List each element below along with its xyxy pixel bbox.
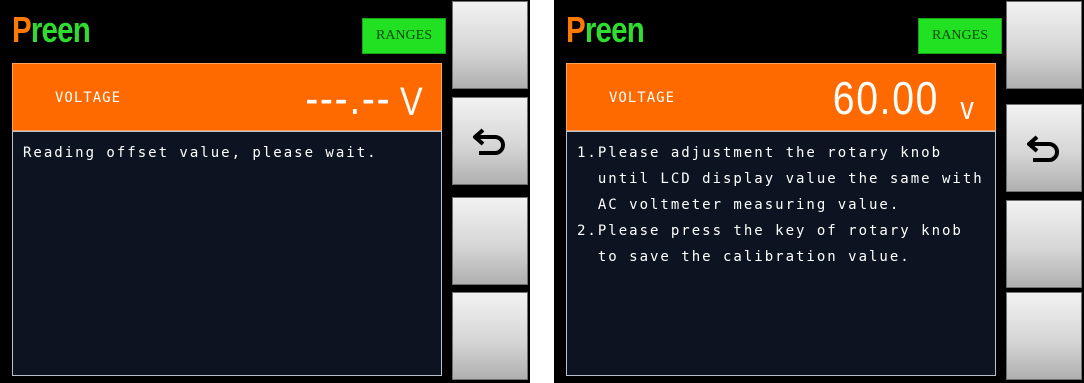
side-button-3[interactable] [1006, 200, 1082, 288]
step-number: 2. [577, 223, 598, 239]
back-icon [1027, 135, 1059, 162]
ranges-button[interactable]: RANGES [362, 18, 446, 54]
back-button[interactable] [1006, 104, 1082, 192]
side-button-1[interactable] [1006, 1, 1082, 89]
left-screen: Preen RANGES VOLTAGE ---.-- V Reading of… [0, 0, 530, 383]
message-panel: Reading offset value, please wait. [12, 131, 442, 376]
step-text: Please press the key of rotary knob to s… [597, 223, 963, 265]
instructions-panel: 1. Please adjustment the rotary knob unt… [566, 131, 996, 376]
voltage-unit: v [960, 90, 974, 126]
side-button-1[interactable] [452, 1, 528, 89]
status-message: Reading offset value, please wait. [23, 145, 378, 161]
preen-logo: Preen [12, 9, 91, 50]
voltage-bar: VOLTAGE 60.00 v [566, 63, 996, 131]
voltage-unit: V [400, 80, 423, 124]
voltage-value: 60.00 [832, 72, 939, 124]
back-icon [473, 128, 505, 155]
instruction-step: 1. Please adjustment the rotary knob unt… [577, 140, 985, 218]
preen-logo: Preen [566, 9, 645, 50]
voltage-value: ---.-- [304, 72, 391, 124]
side-button-column [450, 0, 530, 383]
side-button-4[interactable] [452, 292, 528, 380]
step-text: Please adjustment the rotary knob until … [597, 145, 984, 213]
ranges-button[interactable]: RANGES [918, 18, 1002, 54]
side-button-3[interactable] [452, 197, 528, 285]
voltage-bar: VOLTAGE ---.-- V [12, 63, 442, 131]
step-number: 1. [577, 145, 598, 161]
instruction-step: 2. Please press the key of rotary knob t… [577, 218, 985, 270]
voltage-label: VOLTAGE [609, 90, 676, 106]
right-screen: Preen RANGES VOLTAGE 60.00 v 1. Please a… [554, 0, 1084, 383]
side-button-column [1004, 0, 1084, 383]
back-button[interactable] [452, 97, 528, 185]
side-button-4[interactable] [1006, 292, 1082, 380]
voltage-label: VOLTAGE [55, 90, 122, 106]
